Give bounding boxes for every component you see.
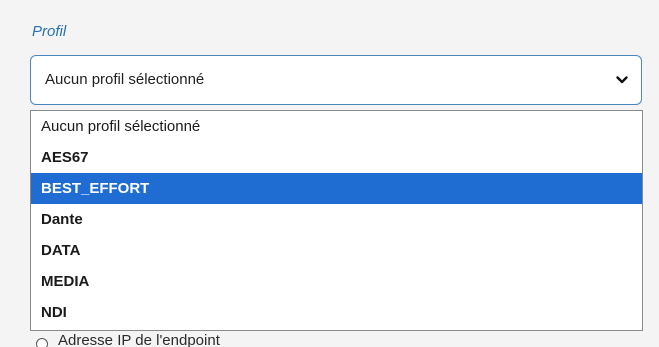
option-ndi[interactable]: NDI: [31, 297, 642, 328]
profile-field-label: Profil: [32, 23, 67, 40]
option-dante[interactable]: Dante: [31, 204, 642, 235]
endpoint-ip-radio-label: Adresse IP de l'endpoint: [58, 332, 220, 347]
profile-dropdown-list[interactable]: Aucun profil sélectionné AES67 BEST_EFFO…: [30, 110, 643, 331]
endpoint-ip-radio-row[interactable]: Adresse IP de l'endpoint: [36, 330, 656, 347]
profile-select[interactable]: Aucun profil sélectionné: [30, 55, 642, 105]
radio-button[interactable]: [36, 338, 48, 347]
option-aes67[interactable]: AES67: [31, 142, 642, 173]
profile-select-value: Aucun profil sélectionné: [45, 71, 205, 88]
option-best-effort[interactable]: BEST_EFFORT: [31, 173, 642, 204]
option-media[interactable]: MEDIA: [31, 266, 642, 297]
option-data[interactable]: DATA: [31, 235, 642, 266]
chevron-down-icon: [616, 76, 628, 84]
option-aucun-profil[interactable]: Aucun profil sélectionné: [31, 111, 642, 142]
